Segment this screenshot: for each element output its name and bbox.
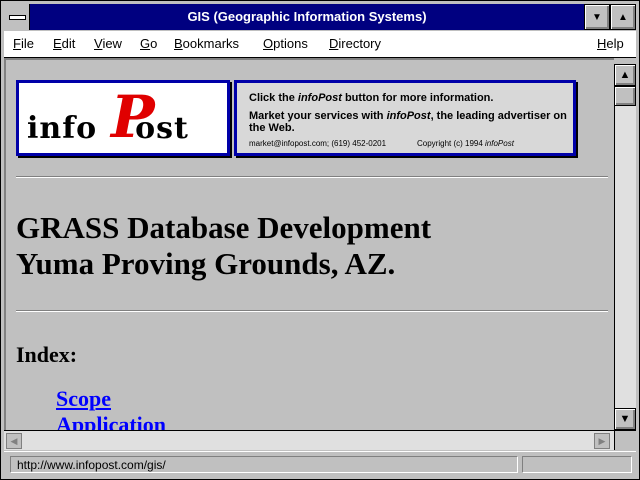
page-heading-line-1: GRASS Database Development: [16, 210, 432, 245]
page-heading-line-2: Yuma Proving Grounds, AZ.: [16, 246, 396, 281]
scroll-left-button[interactable]: ◀: [6, 433, 22, 449]
ad-line-1: Click the infoPost button for more infor…: [249, 92, 494, 104]
scrollbar-corner: [614, 430, 636, 450]
link-scope[interactable]: Scope: [56, 386, 111, 412]
infopost-banner[interactable]: info ost P Click the infoPost button for …: [16, 80, 576, 160]
title-bar[interactable]: GIS (Geographic Information Systems) ▼ ▲: [4, 4, 636, 30]
logo-letter-p: P: [111, 83, 155, 151]
menu-edit[interactable]: Edit: [53, 31, 75, 57]
arrow-right-icon: ▶: [598, 435, 606, 446]
ad-box[interactable]: Click the infoPost button for more infor…: [234, 80, 576, 156]
menu-options[interactable]: Options: [263, 31, 308, 57]
arrow-left-icon: ◀: [10, 435, 18, 446]
scroll-up-button[interactable]: ▲: [614, 64, 636, 86]
window-title: GIS (Geographic Information Systems): [187, 9, 427, 24]
page-heading: GRASS Database Development Yuma Proving …: [16, 210, 431, 282]
scroll-right-button[interactable]: ▶: [594, 433, 610, 449]
scroll-thumb[interactable]: [614, 86, 636, 106]
status-url: http://www.infopost.com/gis/: [10, 456, 518, 473]
document-view[interactable]: info ost P Click the infoPost button for …: [4, 58, 614, 430]
system-menu-button[interactable]: [4, 4, 30, 30]
triangle-down-icon: ▼: [592, 11, 602, 23]
ad-line-2: Market your services with infoPost, the …: [249, 110, 567, 134]
ad-copyright: Copyright (c) 1994 infoPost: [417, 139, 514, 148]
progress-indicator: [522, 456, 632, 473]
vertical-scrollbar[interactable]: ▲ ▼: [614, 64, 636, 430]
divider-2: [16, 310, 608, 312]
menu-file[interactable]: File: [13, 31, 34, 57]
menu-view[interactable]: View: [94, 31, 122, 57]
menu-directory[interactable]: Directory: [329, 31, 381, 57]
horizontal-scrollbar[interactable]: ◀ ▶: [4, 430, 614, 450]
arrow-up-icon: ▲: [619, 69, 631, 81]
index-heading: Index:: [16, 342, 78, 367]
ad-contact: market@infopost.com; (619) 452-0201: [249, 139, 387, 148]
menu-bar: File Edit View Go Bookmarks Options Dire…: [4, 31, 636, 58]
triangle-up-icon: ▲: [618, 11, 628, 23]
link-application[interactable]: Application: [56, 412, 166, 430]
menu-help[interactable]: Help: [597, 31, 624, 57]
scroll-down-button[interactable]: ▼: [614, 408, 636, 430]
divider-1: [16, 176, 608, 178]
arrow-down-icon: ▼: [619, 413, 631, 425]
menu-go[interactable]: Go: [140, 31, 157, 57]
system-menu-icon: [9, 15, 26, 20]
scroll-track[interactable]: [614, 86, 636, 408]
minimize-button[interactable]: ▼: [584, 4, 610, 30]
status-bar: http://www.infopost.com/gis/: [4, 451, 636, 477]
maximize-button[interactable]: ▲: [610, 4, 636, 30]
logo-text-info: info ost: [27, 111, 189, 146]
infopost-logo[interactable]: info ost P: [16, 80, 230, 156]
menu-bookmarks[interactable]: Bookmarks: [174, 31, 239, 57]
